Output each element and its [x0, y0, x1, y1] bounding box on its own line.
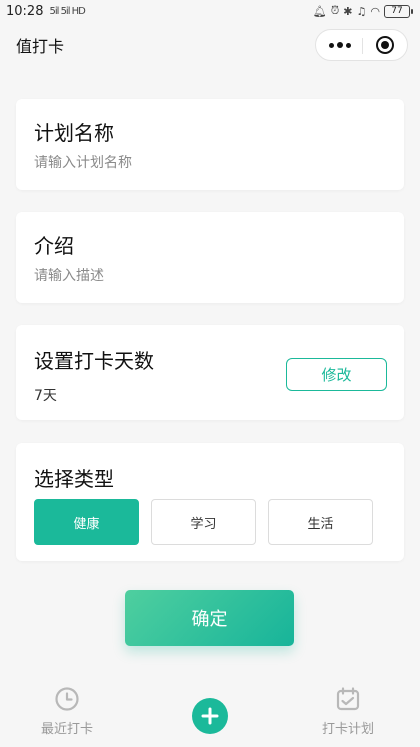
- plan-name-title: 计划名称: [34, 121, 114, 145]
- tab-bar: 最近打卡 打卡计划: [0, 680, 420, 747]
- clock-icon: [55, 687, 79, 711]
- wifi-icon: ◠: [370, 4, 380, 18]
- bell-icon: 🔔︎: [312, 4, 327, 18]
- type-option-health[interactable]: 健康: [34, 499, 139, 545]
- intro-input[interactable]: [34, 268, 374, 284]
- status-bar: 10:28 5il 5il HD 🔔︎ ⏰︎ ✱ ♫ ◠ 77: [0, 0, 420, 22]
- plus-icon: [201, 707, 219, 725]
- type-option-life[interactable]: 生活: [268, 499, 373, 545]
- type-card: 选择类型 健康 学习 生活: [16, 443, 404, 561]
- add-plan-button[interactable]: [192, 698, 228, 734]
- close-target-icon[interactable]: [376, 36, 395, 54]
- nav-bar: 值打卡: [0, 22, 420, 68]
- battery-icon: 77: [384, 4, 413, 18]
- tab-recent-label: 最近打卡: [41, 722, 94, 737]
- days-value: 7天: [34, 388, 57, 404]
- plan-name-card: 计划名称: [16, 99, 404, 190]
- page-title: 值打卡: [16, 37, 65, 56]
- mini-program-capsule: [315, 29, 408, 61]
- status-right: 🔔︎ ⏰︎ ✱ ♫ ◠ 77: [312, 4, 413, 18]
- plan-name-input[interactable]: [34, 155, 374, 171]
- days-title: 设置打卡天数: [34, 349, 154, 373]
- confirm-button[interactable]: 确定: [125, 590, 294, 646]
- intro-card: 介绍: [16, 212, 404, 303]
- battery-level: 77: [391, 6, 403, 16]
- tab-plan-label: 打卡计划: [322, 722, 375, 737]
- alarm-icon: ⏰︎: [330, 4, 340, 17]
- signal-icon: 5il 5il HD: [49, 5, 85, 17]
- type-title: 选择类型: [34, 467, 114, 491]
- intro-title: 介绍: [34, 234, 74, 258]
- more-icon[interactable]: [328, 42, 351, 48]
- calendar-icon: [336, 687, 360, 711]
- status-left: 10:28 5il 5il HD: [6, 3, 86, 19]
- modify-days-button[interactable]: 修改: [286, 358, 387, 391]
- type-option-study[interactable]: 学习: [151, 499, 256, 545]
- bluetooth-icon: ✱: [343, 4, 353, 18]
- headphone-icon: ♫: [356, 4, 367, 18]
- tab-recent[interactable]: 最近打卡: [41, 686, 93, 737]
- tab-plan[interactable]: 打卡计划: [322, 686, 374, 737]
- status-time: 10:28: [6, 3, 44, 19]
- days-card: 设置打卡天数 7天 修改: [16, 325, 404, 420]
- type-options: 健康 学习 生活: [34, 499, 373, 545]
